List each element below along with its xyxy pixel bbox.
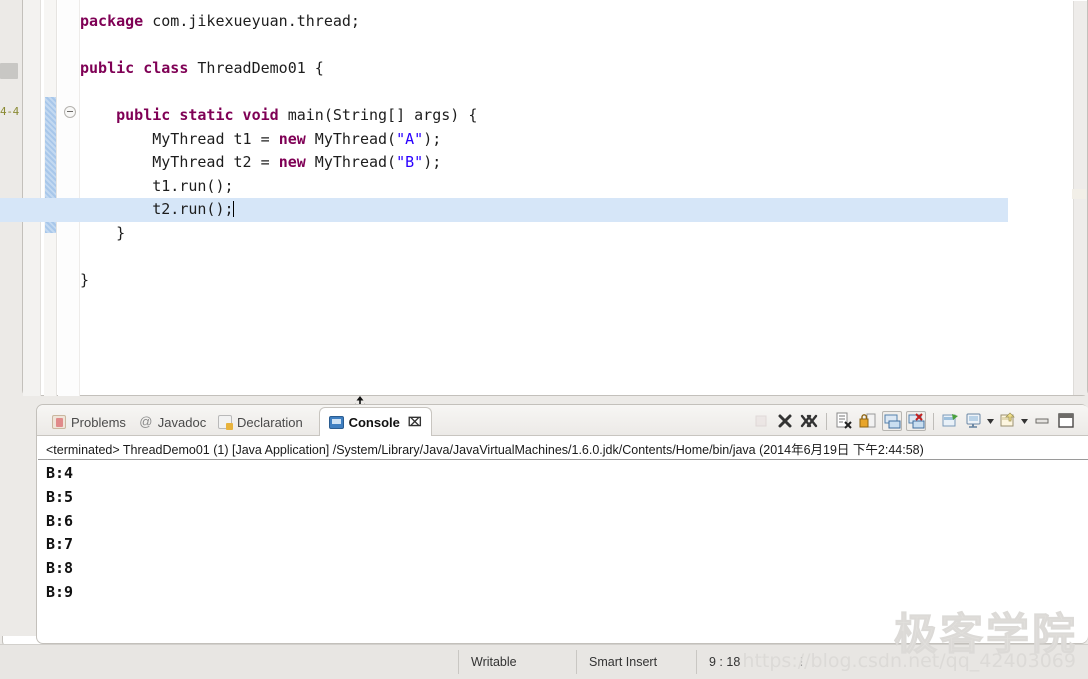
- show-console-on-output-button[interactable]: [881, 411, 902, 431]
- overview-ruler-mark: [1072, 189, 1086, 199]
- tab-label: Javadoc: [157, 414, 207, 430]
- console-icon: [328, 415, 344, 429]
- console-toolbar: [749, 410, 1079, 432]
- console-process-header: <terminated> ThreadDemo01 (1) [Java Appl…: [38, 436, 1088, 460]
- eclipse-ide-window: 4-4 package com.jikexueyuan.thread; publ…: [0, 0, 1088, 679]
- code-line: }: [80, 223, 126, 242]
- status-insert-mode: Smart Insert: [576, 650, 696, 674]
- tab-label: Console: [348, 414, 400, 430]
- tab-javadoc[interactable]: @ Javadoc: [130, 408, 215, 436]
- chevron-down-icon[interactable]: [986, 411, 994, 431]
- clear-console-button[interactable]: [834, 411, 854, 431]
- console-output-line: B:7: [46, 535, 74, 554]
- new-console-view-button[interactable]: [999, 411, 1019, 431]
- tab-label: Declaration: [237, 414, 303, 430]
- tab-declaration[interactable]: Declaration: [209, 408, 312, 436]
- scroll-lock-button[interactable]: [858, 411, 878, 431]
- chevron-down-icon[interactable]: [1020, 411, 1028, 431]
- code-line: package com.jikexueyuan.thread;: [80, 12, 360, 30]
- javadoc-at-icon: @: [139, 414, 153, 429]
- watermark-url: https://blog.csdn.net/qq_42403069: [742, 650, 1076, 672]
- code-line: public class ThreadDemo01 {: [80, 59, 324, 77]
- declaration-icon: [218, 415, 233, 430]
- console-output-lines: B:4 B:5 B:6 B:7 B:8 B:9: [38, 460, 1088, 605]
- code-text-area[interactable]: package com.jikexueyuan.thread; public c…: [0, 2, 1020, 394]
- console-output-line: B:4: [46, 464, 74, 482]
- tab-close-icon[interactable]: ⌧: [408, 415, 422, 429]
- code-line: t1.run();: [80, 176, 234, 195]
- open-console-button[interactable]: [941, 411, 961, 431]
- separator-1: [826, 412, 827, 430]
- editor-region: 4-4 package com.jikexueyuan.thread; publ…: [0, 0, 1088, 396]
- separator-2: [932, 412, 934, 430]
- console-output-line: B:6: [46, 511, 74, 530]
- remove-all-terminated-button[interactable]: [799, 411, 819, 431]
- remove-launch-button[interactable]: [775, 411, 795, 431]
- code-line: public static void main(String[] args) {: [116, 106, 478, 124]
- view-collapse-block[interactable]: [0, 63, 18, 79]
- minimize-button[interactable]: [1033, 411, 1053, 431]
- console-output-line: B:5: [46, 487, 74, 506]
- maximize-button[interactable]: [1057, 411, 1077, 431]
- code-line: MyThread t2 = new MyThread("B");: [80, 153, 442, 171]
- console-output-line: B:8: [46, 559, 74, 578]
- problems-icon: [52, 415, 66, 429]
- editor-console-sash[interactable]: [0, 396, 1088, 404]
- code-line: }: [80, 270, 90, 289]
- code-line: MyThread t1 = new MyThread("A");: [80, 129, 442, 148]
- editor-overview-ruler[interactable]: [1072, 1, 1087, 395]
- display-selected-console-button[interactable]: [965, 411, 985, 431]
- code-line: t2.run();: [0, 198, 1008, 222]
- tab-problems[interactable]: Problems: [43, 408, 135, 436]
- quick-diff-range-label: 4-4: [0, 105, 19, 118]
- show-console-on-error-button[interactable]: [905, 411, 926, 431]
- status-writable: Writable: [458, 650, 576, 674]
- tab-console[interactable]: Console ⌧: [318, 407, 432, 437]
- tab-label: Problems: [71, 414, 126, 430]
- terminate-button: [751, 411, 771, 431]
- fold-collapse-icon[interactable]: [64, 106, 76, 118]
